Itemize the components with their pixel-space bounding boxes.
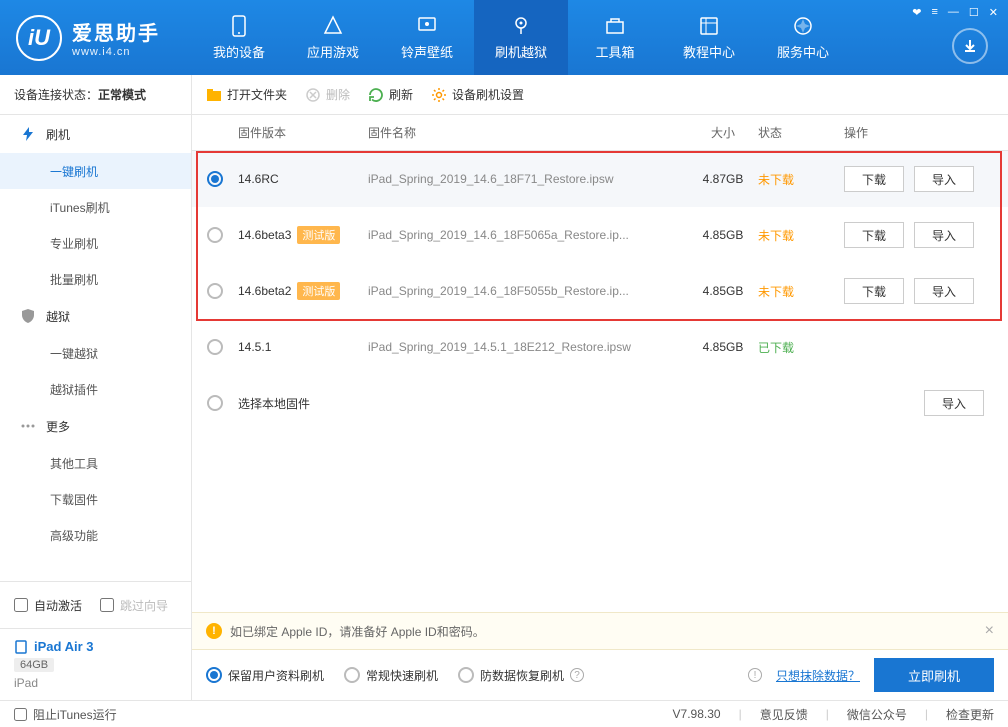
- auto-activate-checkbox[interactable]: [14, 598, 28, 612]
- row-radio[interactable]: [207, 395, 223, 411]
- sidebar-item[interactable]: 一键越狱: [0, 335, 191, 371]
- row-radio[interactable]: [207, 171, 223, 187]
- flash-mode-option[interactable]: 保留用户资料刷机: [206, 667, 324, 684]
- erase-data-link[interactable]: 只想抹除数据？: [776, 667, 860, 684]
- version-text: V7.98.30: [673, 707, 721, 721]
- nav-item-5[interactable]: 教程中心: [662, 0, 756, 75]
- sidebar-group-more[interactable]: 更多: [0, 407, 191, 445]
- sidebar-item[interactable]: 批量刷机: [0, 261, 191, 297]
- help-icon[interactable]: ?: [570, 668, 584, 682]
- device-name[interactable]: iPad Air 3: [14, 639, 177, 654]
- row-radio[interactable]: [207, 339, 223, 355]
- skip-guide-checkbox[interactable]: [100, 598, 114, 612]
- download-button[interactable]: 下载: [844, 278, 904, 304]
- app-title: 爱思助手: [72, 17, 160, 46]
- minimize-icon[interactable]: —: [948, 6, 959, 19]
- import-button[interactable]: 导入: [914, 166, 974, 192]
- nav-item-4[interactable]: 工具箱: [568, 0, 662, 75]
- row-radio[interactable]: [207, 227, 223, 243]
- mode-radio[interactable]: [458, 667, 474, 683]
- mode-radio[interactable]: [206, 667, 222, 683]
- open-folder-button[interactable]: 打开文件夹: [206, 86, 287, 103]
- table-row[interactable]: 选择本地固件 导入: [192, 375, 1008, 431]
- sidebar-item[interactable]: 专业刷机: [0, 225, 191, 261]
- nav-item-1[interactable]: 应用游戏: [286, 0, 380, 75]
- sidebar-group-flash[interactable]: 刷机: [0, 115, 191, 153]
- sidebar-item[interactable]: 越狱插件: [0, 371, 191, 407]
- nav-item-0[interactable]: 我的设备: [192, 0, 286, 75]
- status-label: 设备连接状态：: [14, 86, 98, 103]
- delete-button[interactable]: 删除: [305, 86, 350, 103]
- table-row[interactable]: 14.6beta3测试版 iPad_Spring_2019_14.6_18F50…: [192, 207, 1008, 263]
- sidebar-item[interactable]: 其他工具: [0, 445, 191, 481]
- row-radio[interactable]: [207, 283, 223, 299]
- download-button[interactable]: 下载: [844, 166, 904, 192]
- action-bar: 保留用户资料刷机 常规快速刷机 防数据恢复刷机? ! 只想抹除数据？ 立即刷机: [192, 650, 1008, 700]
- gift-icon[interactable]: ❤: [912, 6, 921, 19]
- menu-icon[interactable]: ≡: [931, 6, 937, 19]
- table-row[interactable]: 14.6RC iPad_Spring_2019_14.6_18F71_Resto…: [192, 151, 1008, 207]
- col-ops: 操作: [838, 124, 1008, 141]
- nav-item-2[interactable]: 铃声壁纸: [380, 0, 474, 75]
- mode-radio[interactable]: [344, 667, 360, 683]
- import-button[interactable]: 导入: [914, 278, 974, 304]
- block-itunes-label: 阻止iTunes运行: [33, 706, 117, 723]
- header: iU 爱思助手 www.i4.cn 我的设备应用游戏铃声壁纸刷机越狱工具箱教程中…: [0, 0, 1008, 75]
- toolbar: 打开文件夹 删除 刷新 设备刷机设置: [192, 75, 1008, 115]
- footer: 阻止iTunes运行 V7.98.30 | 意见反馈 | 微信公众号 | 检查更…: [0, 700, 1008, 727]
- flash-mode-option[interactable]: 防数据恢复刷机?: [458, 667, 584, 684]
- device-type: iPad: [14, 676, 177, 690]
- nav-item-6[interactable]: 服务中心: [756, 0, 850, 75]
- table-row[interactable]: 14.5.1 iPad_Spring_2019_14.5.1_18E212_Re…: [192, 319, 1008, 375]
- app-url: www.i4.cn: [72, 46, 160, 58]
- check-update-link[interactable]: 检查更新: [946, 706, 994, 723]
- flash-mode-option[interactable]: 常规快速刷机: [344, 667, 438, 684]
- col-size: 大小: [688, 124, 758, 141]
- info-icon[interactable]: !: [748, 668, 762, 682]
- device-storage: 64GB: [14, 658, 54, 672]
- close-icon[interactable]: ✕: [989, 6, 998, 19]
- flash-now-button[interactable]: 立即刷机: [874, 658, 994, 692]
- download-circle-icon[interactable]: [952, 28, 988, 64]
- block-itunes-checkbox[interactable]: [14, 708, 27, 721]
- col-version: 固件版本: [238, 124, 368, 141]
- import-button[interactable]: 导入: [924, 390, 984, 416]
- notice-bar: ! 如已绑定 Apple ID，请准备好 Apple ID和密码。 ×: [192, 612, 1008, 650]
- sidebar-item[interactable]: 一键刷机: [0, 153, 191, 189]
- logo: iU 爱思助手 www.i4.cn: [0, 15, 192, 61]
- window-controls: ❤ ≡ — ☐ ✕: [912, 6, 998, 19]
- maximize-icon[interactable]: ☐: [969, 6, 979, 19]
- import-button[interactable]: 导入: [914, 222, 974, 248]
- col-name: 固件名称: [368, 124, 688, 141]
- table-row[interactable]: 14.6beta2测试版 iPad_Spring_2019_14.6_18F50…: [192, 263, 1008, 319]
- nav-item-3[interactable]: 刷机越狱: [474, 0, 568, 75]
- main-panel: 打开文件夹 删除 刷新 设备刷机设置 固件版本 固件名称 大小 状态: [192, 75, 1008, 700]
- auto-activate-label: 自动激活: [34, 597, 82, 614]
- col-status: 状态: [758, 124, 838, 141]
- logo-icon: iU: [16, 15, 62, 61]
- status-value: 正常模式: [98, 86, 146, 103]
- sidebar: 设备连接状态： 正常模式 刷机一键刷机iTunes刷机专业刷机批量刷机越狱一键越…: [0, 75, 192, 700]
- notice-text: 如已绑定 Apple ID，请准备好 Apple ID和密码。: [230, 623, 485, 640]
- sidebar-item[interactable]: iTunes刷机: [0, 189, 191, 225]
- settings-button[interactable]: 设备刷机设置: [431, 86, 524, 103]
- firmware-table: 固件版本 固件名称 大小 状态 操作 14.6RC iPad_Spring_20…: [192, 115, 1008, 612]
- refresh-button[interactable]: 刷新: [368, 86, 413, 103]
- warning-icon: !: [206, 623, 222, 639]
- skip-guide-label: 跳过向导: [120, 597, 168, 614]
- connection-status: 设备连接状态： 正常模式: [0, 75, 191, 115]
- sidebar-item[interactable]: 高级功能: [0, 517, 191, 553]
- close-notice-button[interactable]: ×: [985, 622, 994, 640]
- sidebar-group-shield[interactable]: 越狱: [0, 297, 191, 335]
- download-button[interactable]: 下载: [844, 222, 904, 248]
- device-info: iPad Air 3 64GB iPad: [0, 628, 191, 700]
- table-header: 固件版本 固件名称 大小 状态 操作: [192, 115, 1008, 151]
- top-nav: 我的设备应用游戏铃声壁纸刷机越狱工具箱教程中心服务中心: [192, 0, 1008, 75]
- wechat-link[interactable]: 微信公众号: [847, 706, 907, 723]
- sidebar-item[interactable]: 下载固件: [0, 481, 191, 517]
- feedback-link[interactable]: 意见反馈: [760, 706, 808, 723]
